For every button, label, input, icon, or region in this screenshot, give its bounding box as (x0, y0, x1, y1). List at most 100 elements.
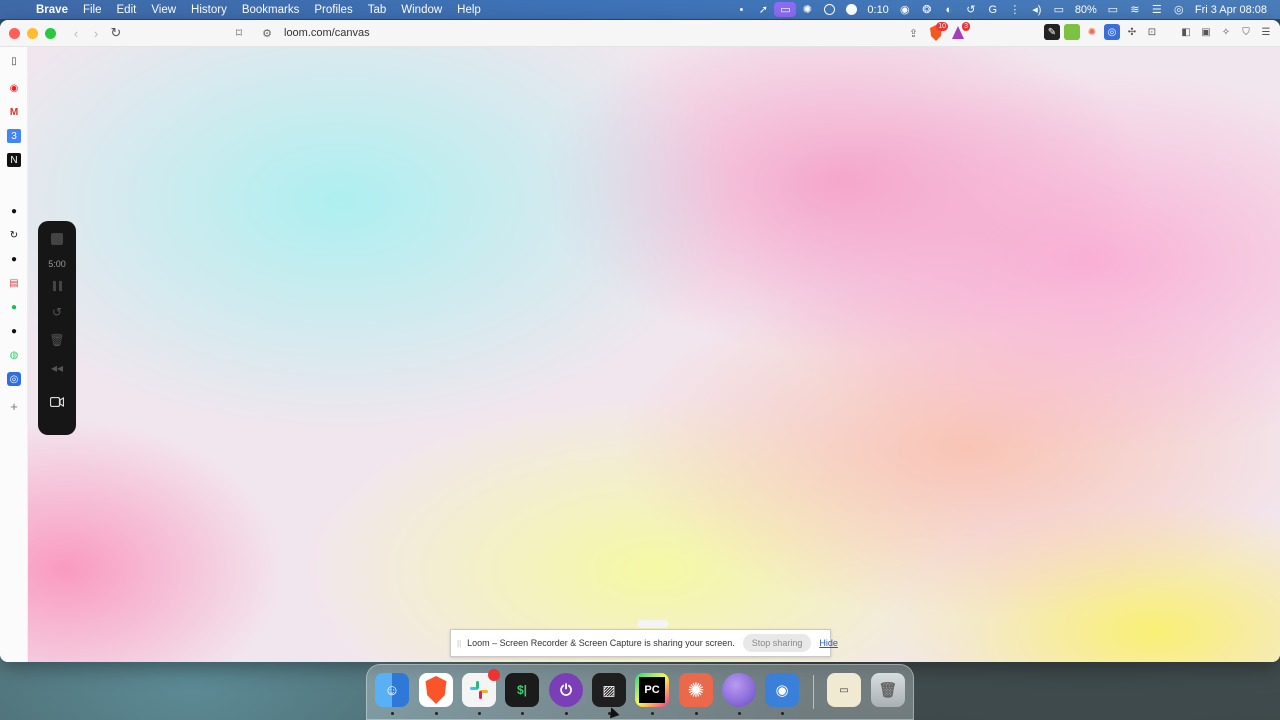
stack-extension-icon[interactable] (1064, 24, 1080, 40)
cursor-icon[interactable]: ➚ (752, 0, 774, 19)
orb-app-icon[interactable] (722, 673, 756, 707)
pycharm-icon[interactable]: PC (635, 673, 669, 707)
sidebar-item-github[interactable]: ● (7, 204, 21, 218)
hide-link[interactable]: Hide (819, 638, 838, 648)
battery-icon[interactable]: ▭ (1102, 0, 1124, 19)
stop-sharing-button[interactable]: Stop sharing (742, 634, 812, 652)
sun-icon[interactable]: ✺ (796, 0, 818, 19)
sidebar-item-gmail[interactable]: M (7, 105, 21, 119)
menu-bookmarks[interactable]: Bookmarks (242, 4, 300, 16)
stack-icon[interactable]: ▭ (827, 673, 861, 707)
share-icon[interactable]: ⇪ (909, 27, 918, 40)
divider (1164, 24, 1174, 40)
menu-history[interactable]: History (191, 4, 227, 16)
forward-icon[interactable]: › (86, 23, 106, 43)
sidebar-toggle-icon[interactable]: ◧ (1178, 24, 1194, 40)
menu-tab[interactable]: Tab (368, 4, 387, 16)
record-dot-icon[interactable]: ◉ (894, 0, 916, 19)
sidebar-item-refresh[interactable]: ↻ (7, 228, 21, 242)
clock[interactable]: Fri 3 Apr 08:08 (1190, 4, 1272, 16)
brave-rewards-icon[interactable]: 3 (951, 22, 970, 41)
sidebar-item-app[interactable]: ◎ (7, 372, 21, 386)
vpn-icon[interactable]: ⛉ (1238, 24, 1254, 40)
terminal-icon[interactable]: $| (505, 673, 539, 707)
pin-icon[interactable]: • (730, 0, 752, 19)
sidebar-item-whatsapp[interactable]: ◍ (7, 348, 21, 362)
volume-icon[interactable]: ◂) (1026, 0, 1048, 19)
url-text[interactable]: loom.com/canvas (284, 27, 370, 39)
menu-file[interactable]: File (83, 4, 102, 16)
dock-running-indicator (521, 712, 524, 715)
dock-running-indicator (391, 712, 394, 715)
restart-icon[interactable]: ↺ (52, 305, 62, 319)
sidebar-item-github-3[interactable]: ● (7, 324, 21, 338)
sidebar-panel-icon[interactable]: ▯ (7, 54, 21, 68)
recording-timer: 0:10 (867, 3, 889, 16)
bookmark-icon[interactable]: ⌑ (230, 26, 248, 40)
loom-extension-icon[interactable]: ◎ (1104, 24, 1120, 40)
window-controls (9, 27, 56, 39)
sync-icon[interactable]: ↺ (960, 0, 982, 19)
brave-shields-icon[interactable]: 10 (929, 22, 948, 41)
preview-icon[interactable]: ◉ (765, 673, 799, 707)
brave-icon[interactable] (419, 673, 453, 707)
menu-profiles[interactable]: Profiles (314, 4, 352, 16)
drag-grip-icon[interactable]: || (457, 639, 461, 648)
edit-extension-icon[interactable]: ✎ (1044, 24, 1060, 40)
close-window-button[interactable] (9, 27, 20, 39)
menu-edit[interactable]: Edit (117, 4, 137, 16)
control-center-icon[interactable]: ☰ (1146, 0, 1168, 19)
grammar-icon[interactable]: G (982, 0, 1004, 19)
tab-search-icon[interactable]: ⊡ (1144, 24, 1160, 40)
claude-extension-icon[interactable]: ✺ (1084, 24, 1100, 40)
extensions-icon[interactable]: ✣ (1124, 24, 1140, 40)
back-icon[interactable]: ‹ (66, 23, 86, 43)
loom-recording-controls: 5:00 ↺ 🗑 ◂◂ (38, 221, 76, 435)
site-settings-icon[interactable]: ⚙ (258, 27, 276, 40)
claude-icon[interactable]: ✺ (679, 673, 713, 707)
menu-window[interactable]: Window (401, 4, 442, 16)
contrast-icon[interactable]: ◐ (938, 0, 960, 19)
dock-running-indicator (651, 712, 654, 715)
menu-icon[interactable]: ☰ (1258, 24, 1274, 40)
sharing-message: Loom – Screen Recorder & Screen Capture … (467, 638, 735, 648)
sidebar-item-calendar[interactable]: 3 (7, 129, 21, 143)
loom-canvas: 5:00 ↺ 🗑 ◂◂ (28, 47, 1280, 662)
minimize-window-button[interactable] (27, 27, 38, 39)
leo-ai-icon[interactable]: ✧ (1218, 24, 1234, 40)
drag-handle[interactable] (638, 620, 668, 628)
finder-icon[interactable]: ☺ (375, 673, 409, 707)
status-area: • ➚ ▭ ✺ 0:10 ◉ ❂ ◐ ↺ G ⋮ ◂) ▭ 80% ▭ ≋ ☰ … (730, 0, 1272, 19)
sidebar-item-spotify[interactable]: ● (7, 300, 21, 314)
power-app-icon[interactable]: ⏻ (549, 673, 583, 707)
wifi-icon[interactable]: ≋ (1124, 0, 1146, 19)
grid-icon[interactable]: ⋮ (1004, 0, 1026, 19)
loom-status-icon[interactable] (840, 0, 862, 19)
apple-icon[interactable] (8, 3, 22, 17)
keyboard-icon[interactable]: ▭ (1048, 0, 1070, 19)
maximize-window-button[interactable] (45, 27, 56, 39)
brain-icon[interactable]: ❂ (916, 0, 938, 19)
reload-icon[interactable]: ↻ (106, 23, 126, 43)
delete-icon[interactable]: 🗑 (49, 333, 64, 347)
rewind-icon[interactable]: ◂◂ (51, 361, 63, 375)
menu-help[interactable]: Help (457, 4, 481, 16)
zed-icon[interactable]: ▨ (592, 673, 626, 707)
sidebar-item-github-2[interactable]: ● (7, 252, 21, 266)
trash-icon[interactable]: 🗑 (871, 673, 905, 707)
address-bar[interactable]: ⌑ ⚙ loom.com/canvas ⇪ (230, 22, 930, 44)
menu-app-name[interactable]: Brave (36, 4, 68, 16)
slack-icon[interactable] (462, 669, 500, 707)
stop-recording-button[interactable] (51, 233, 63, 245)
sidebar-item-chart[interactable]: ▤ (7, 276, 21, 290)
screen-record-icon[interactable]: ▭ (774, 2, 797, 17)
circle-icon[interactable] (818, 0, 840, 19)
wallet-icon[interactable]: ▣ (1198, 24, 1214, 40)
pause-button[interactable] (52, 281, 62, 291)
sidebar-add-icon[interactable]: + (7, 399, 21, 414)
camera-icon[interactable] (50, 395, 64, 409)
sidebar-item-record[interactable]: ◉ (7, 81, 21, 95)
siri-icon[interactable]: ◎ (1168, 0, 1190, 19)
menu-view[interactable]: View (151, 4, 176, 16)
sidebar-item-notion[interactable]: N (7, 153, 21, 167)
